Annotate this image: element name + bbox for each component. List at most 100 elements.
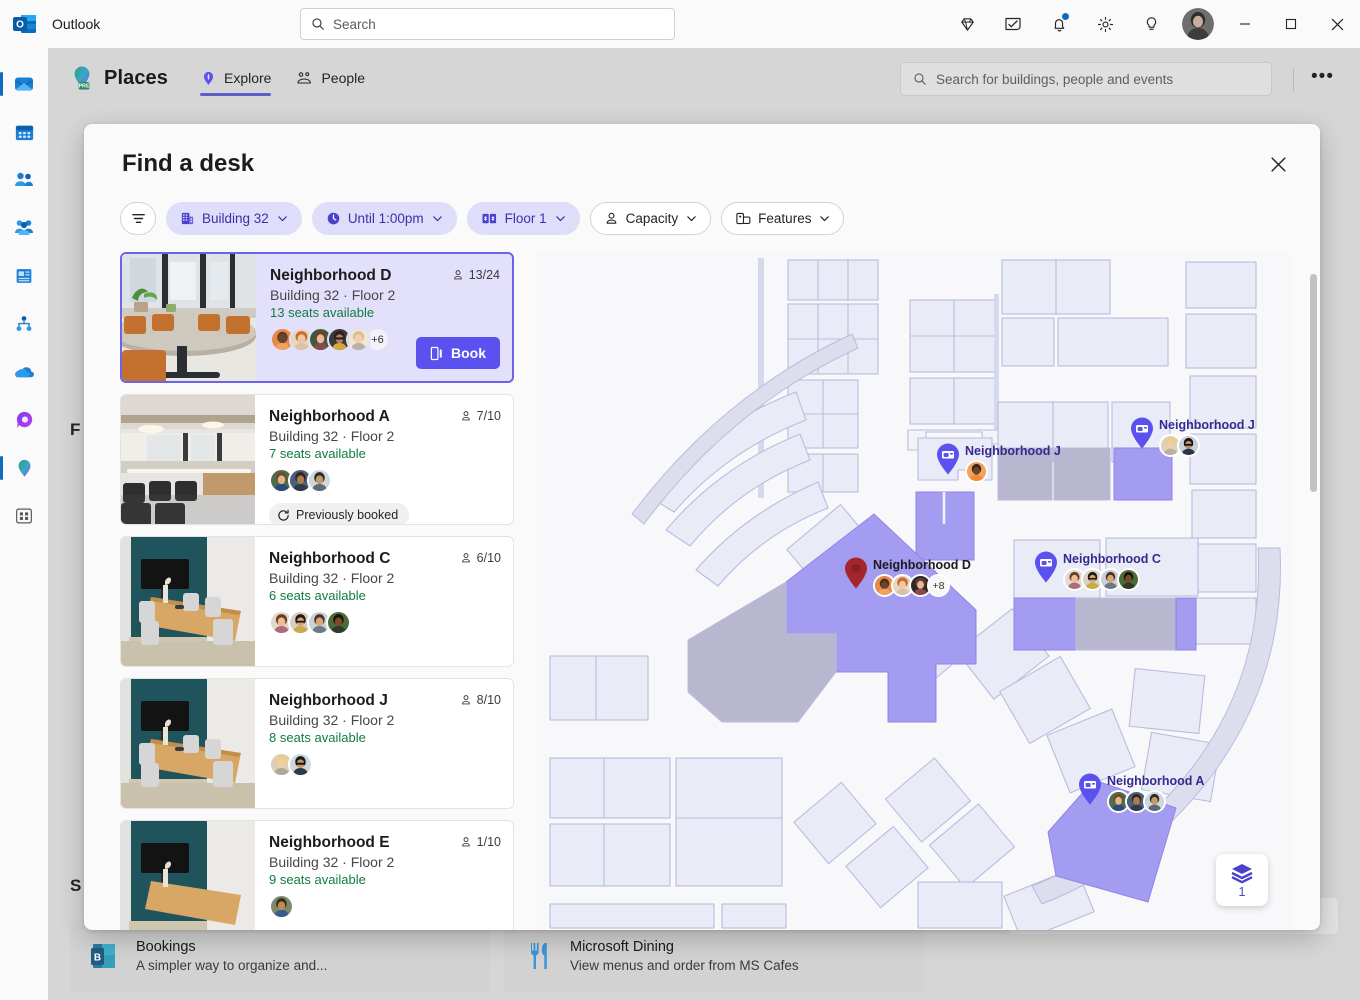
rail-item-onedrive[interactable] bbox=[0, 348, 48, 396]
pin-info: Neighborhood J bbox=[1159, 418, 1255, 457]
card-photo bbox=[122, 254, 256, 381]
card-body: Neighborhood A 7/10 Building 32 · Floor … bbox=[255, 395, 513, 524]
pin-avatars bbox=[965, 460, 1061, 483]
filter-toggle-button[interactable] bbox=[120, 202, 156, 235]
avatar bbox=[307, 468, 332, 493]
places-search-input[interactable]: Search for buildings, people and events bbox=[900, 62, 1272, 96]
tab-explore[interactable]: Explore bbox=[194, 56, 277, 100]
filter-capacity[interactable]: Capacity bbox=[590, 202, 712, 235]
pin-info: Neighborhood D +8 bbox=[873, 558, 971, 597]
filter-building-label: Building 32 bbox=[202, 211, 269, 226]
rail-item-news-feed[interactable] bbox=[0, 252, 48, 300]
lightbulb-icon[interactable] bbox=[1128, 0, 1174, 48]
rail-item-teams-groups[interactable] bbox=[0, 204, 48, 252]
desk-pin-icon bbox=[934, 442, 962, 476]
rail-item-calendar[interactable] bbox=[0, 108, 48, 156]
card-capacity: 13/24 bbox=[452, 268, 500, 282]
pin-label: Neighborhood A bbox=[1107, 774, 1204, 789]
pin-info: Neighborhood C bbox=[1063, 552, 1161, 591]
pin-avatars bbox=[1063, 568, 1161, 591]
map-pin-neighborhood-d[interactable]: Neighborhood D +8 bbox=[842, 556, 971, 597]
card-body: Neighborhood C 6/10 Building 32 · Floor … bbox=[255, 537, 513, 666]
close-button[interactable] bbox=[1314, 0, 1360, 48]
chevron-down-icon bbox=[277, 213, 288, 224]
people-icon bbox=[295, 69, 314, 88]
filter-floor[interactable]: Floor 1 bbox=[467, 202, 580, 235]
avatar bbox=[1117, 568, 1140, 591]
card-availability: 9 seats available bbox=[269, 872, 501, 887]
dialog-close-button[interactable] bbox=[1262, 148, 1294, 180]
map-pin-neighborhood-a[interactable]: Neighborhood A bbox=[1076, 772, 1204, 813]
notification-badge bbox=[1061, 12, 1070, 21]
maximize-button[interactable] bbox=[1268, 0, 1314, 48]
filter-bar: Building 32 Until 1:00pm bbox=[120, 202, 844, 235]
card-availability: 7 seats available bbox=[269, 446, 501, 461]
tab-explore-label: Explore bbox=[224, 70, 271, 86]
chevron-down-icon bbox=[819, 213, 830, 224]
card-capacity-value: 6/10 bbox=[477, 551, 501, 565]
result-card-neighborhood-a[interactable]: Neighborhood A 7/10 Building 32 · Floor … bbox=[120, 394, 514, 525]
places-logo-icon: PRE bbox=[68, 64, 96, 92]
bookings-card[interactable]: B Bookings A simpler way to organize and… bbox=[70, 920, 490, 992]
header-divider bbox=[1293, 68, 1294, 92]
book-button[interactable]: Book bbox=[416, 337, 500, 369]
dining-card[interactable]: Microsoft Dining View menus and order fr… bbox=[504, 920, 924, 992]
rail-item-copilot[interactable] bbox=[0, 396, 48, 444]
result-card-neighborhood-c[interactable]: Neighborhood C 6/10 Building 32 · Floor … bbox=[120, 536, 514, 667]
chevron-down-icon bbox=[432, 213, 443, 224]
map-pin-neighborhood-j-left[interactable]: Neighborhood J bbox=[934, 442, 1061, 483]
rail-item-apps[interactable] bbox=[0, 492, 48, 540]
card-availability: 6 seats available bbox=[269, 588, 501, 603]
global-search-input[interactable]: Search bbox=[300, 8, 675, 40]
map-pin-neighborhood-c[interactable]: Neighborhood C bbox=[1032, 550, 1161, 591]
bookings-card-subtitle: A simpler way to organize and... bbox=[136, 958, 327, 973]
note-check-icon[interactable] bbox=[990, 0, 1036, 48]
places-search-placeholder: Search for buildings, people and events bbox=[936, 72, 1173, 87]
dialog-scrollbar-thumb[interactable] bbox=[1310, 274, 1317, 492]
card-availability: 13 seats available bbox=[270, 305, 500, 320]
pin-label: Neighborhood J bbox=[1159, 418, 1255, 433]
card-photo bbox=[121, 395, 255, 524]
result-card-neighborhood-j[interactable]: Neighborhood J 8/10 Building 32 · Floor … bbox=[120, 678, 514, 809]
filter-time-label: Until 1:00pm bbox=[348, 211, 424, 226]
search-icon bbox=[311, 17, 325, 31]
avatar bbox=[326, 610, 351, 635]
pin-label: Neighborhood D bbox=[873, 558, 971, 573]
person-icon bbox=[460, 410, 472, 422]
tab-people[interactable]: People bbox=[289, 56, 371, 100]
avatar[interactable] bbox=[1182, 8, 1214, 40]
svg-text:O: O bbox=[16, 20, 24, 31]
filter-floor-label: Floor 1 bbox=[505, 211, 547, 226]
rail-item-people[interactable] bbox=[0, 156, 48, 204]
map-pin-neighborhood-j-right[interactable]: Neighborhood J bbox=[1128, 416, 1255, 457]
card-avatars bbox=[269, 468, 501, 493]
card-location: Building 32 · Floor 2 bbox=[269, 428, 501, 444]
gear-icon[interactable] bbox=[1082, 0, 1128, 48]
card-capacity: 8/10 bbox=[460, 693, 501, 707]
filter-features[interactable]: Features bbox=[721, 202, 844, 235]
rail-item-mail[interactable] bbox=[0, 60, 48, 108]
diamond-icon[interactable] bbox=[944, 0, 990, 48]
org-chart-icon bbox=[13, 313, 35, 335]
bell-icon[interactable] bbox=[1036, 0, 1082, 48]
selected-pin-icon bbox=[842, 556, 870, 590]
card-avatars bbox=[269, 752, 501, 777]
floorplan-map[interactable]: Neighborhood J Neighborhood J bbox=[536, 252, 1292, 930]
rail-item-places[interactable] bbox=[0, 444, 48, 492]
desk-results-list[interactable]: Neighborhood D 13/24 Building 32 · Floor… bbox=[120, 252, 520, 930]
rail-item-org-chart[interactable] bbox=[0, 300, 48, 348]
map-layers-button[interactable]: 1 bbox=[1216, 854, 1268, 906]
filter-building[interactable]: Building 32 bbox=[166, 202, 302, 235]
card-photo bbox=[121, 537, 255, 666]
result-card-neighborhood-e[interactable]: Neighborhood E 1/10 Building 32 · Floor … bbox=[120, 820, 514, 930]
result-card-neighborhood-d[interactable]: Neighborhood D 13/24 Building 32 · Floor… bbox=[120, 252, 514, 383]
bookings-card-title: Bookings bbox=[136, 939, 327, 955]
dialog-scrollbar[interactable] bbox=[1310, 274, 1317, 914]
filter-time[interactable]: Until 1:00pm bbox=[312, 202, 457, 235]
minimize-button[interactable] bbox=[1222, 0, 1268, 48]
card-location: Building 32 · Floor 2 bbox=[269, 854, 501, 870]
person-icon bbox=[460, 836, 472, 848]
card-body: Neighborhood E 1/10 Building 32 · Floor … bbox=[255, 821, 513, 930]
filter-icon bbox=[130, 210, 147, 227]
more-options-button[interactable]: ••• bbox=[1311, 70, 1334, 84]
